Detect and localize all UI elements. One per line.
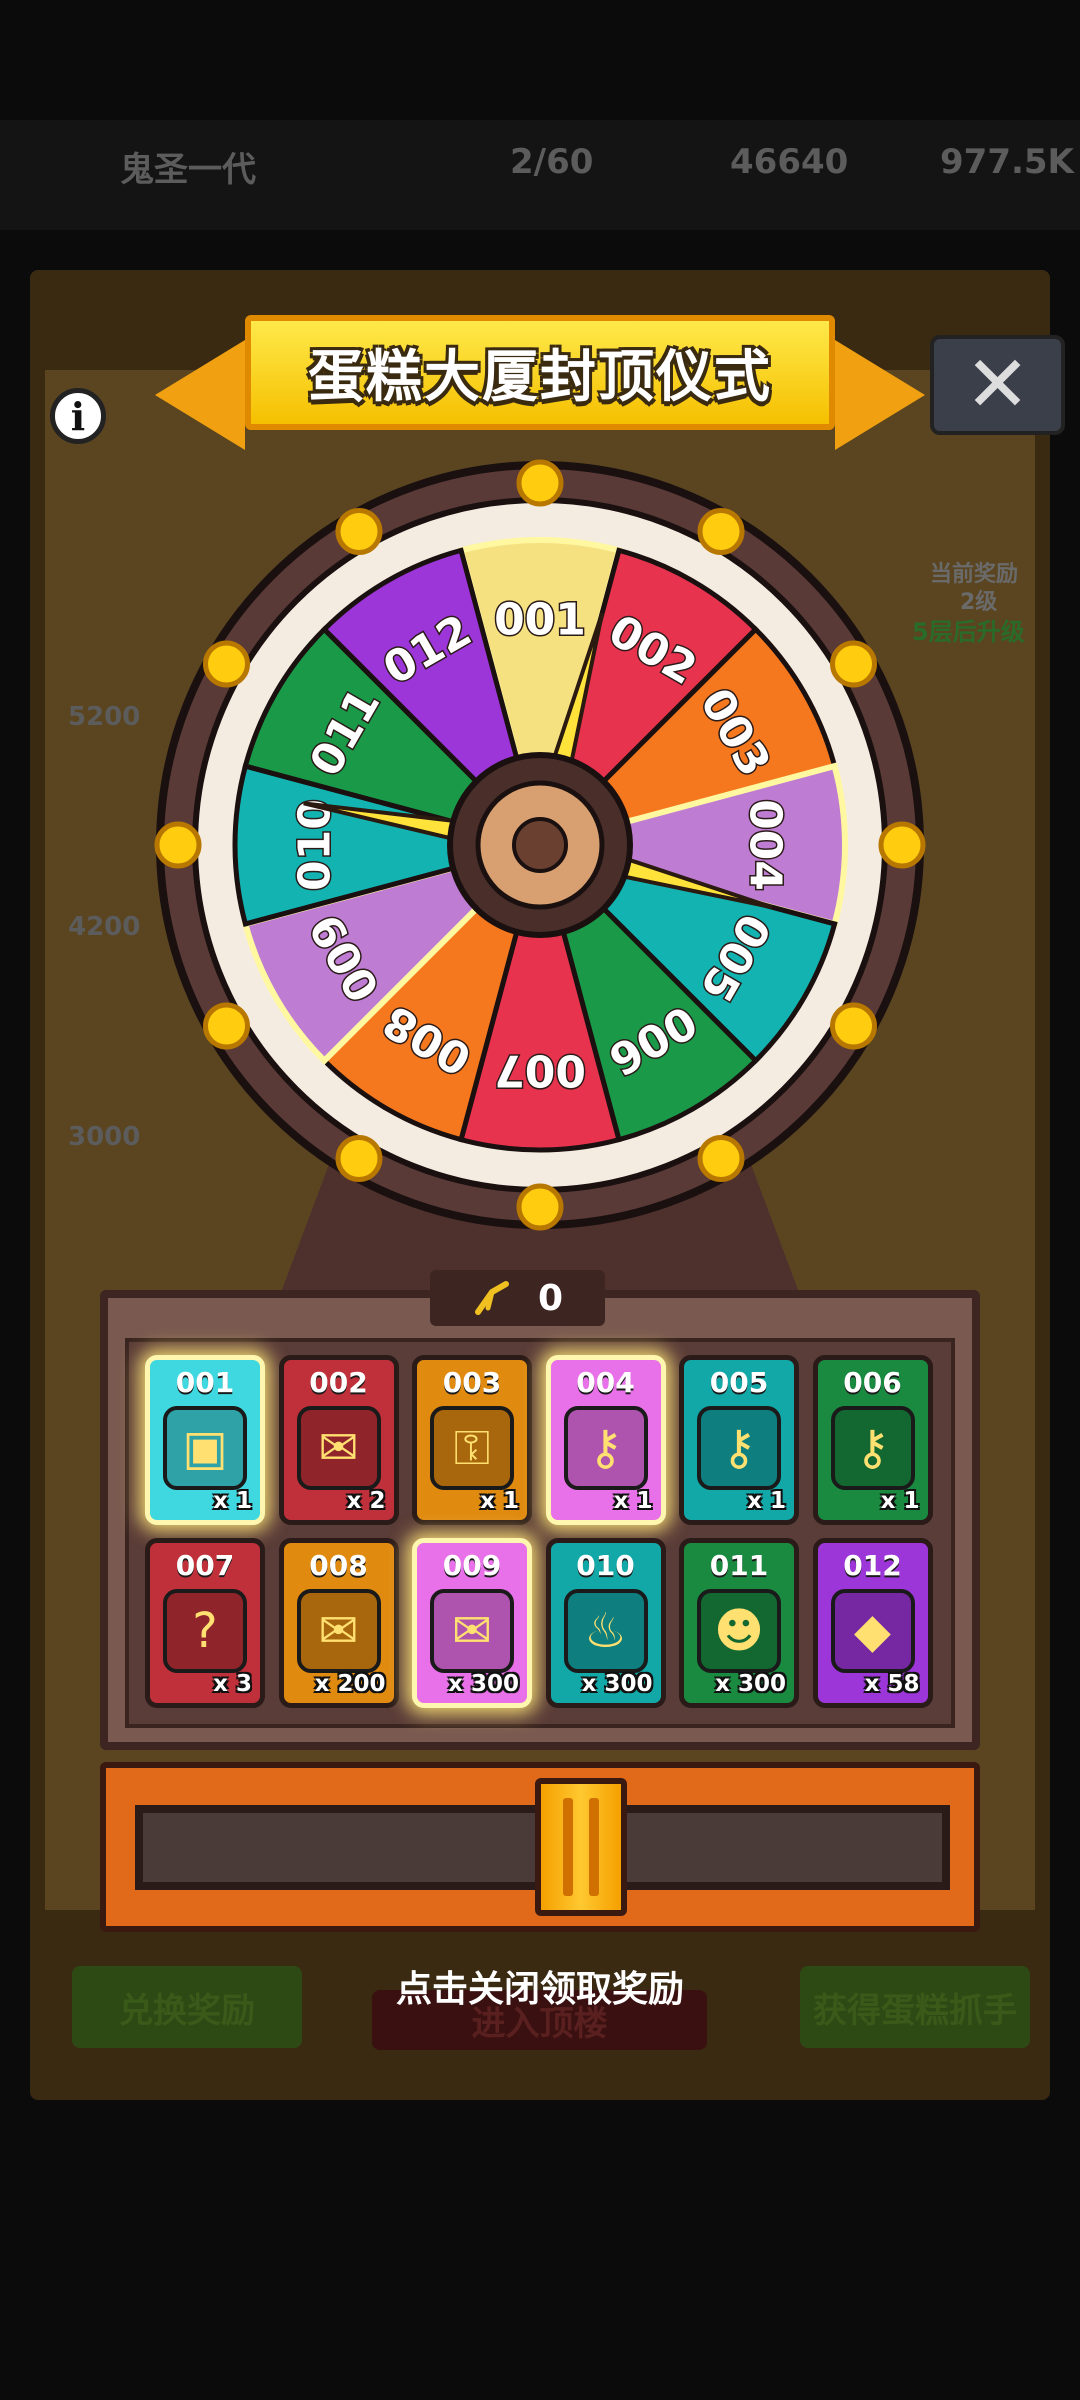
prize-tile: 005 ⚷ x 1 [679, 1355, 799, 1525]
gold-key-icon: ⚷ [563, 1406, 648, 1490]
wheel-segment-label: 004 [740, 799, 791, 891]
heart-letter-icon: ✉ [430, 1589, 514, 1673]
prize-tile: 012 ◆ x 58 [812, 1538, 933, 1708]
prize-quantity: x 1 [880, 1488, 920, 1514]
silver-key-icon: ⚿ [430, 1406, 514, 1490]
ribbon-left-tail [155, 340, 245, 450]
prize-id: 009 [442, 1549, 502, 1582]
prize-tile: 007? x 3 [145, 1538, 265, 1708]
wheel-light-bulb [516, 459, 564, 507]
prize-id: 003 [442, 1366, 502, 1399]
wheel-segment-label: 010 [290, 799, 341, 891]
purple-key-icon: ⚷ [830, 1406, 915, 1490]
prize-id: 006 [843, 1366, 902, 1399]
prize-tile: 001 ▣ x 1 [145, 1355, 265, 1525]
wheel-light-bulb [697, 507, 745, 555]
prize-tile: 006 ⚷ x 1 [812, 1355, 933, 1525]
wheel-light-bulb [516, 1183, 564, 1231]
prize-tile: 008 ✉ x 200 [278, 1538, 399, 1708]
prize-id: 004 [576, 1366, 635, 1399]
tap-to-close-hint[interactable]: 点击关闭领取奖励 [0, 1960, 1080, 2012]
prize-tile: 009 ✉ x 300 [412, 1538, 532, 1708]
prize-id: 007 [175, 1549, 235, 1582]
prize-tile: 004 ⚷ x 1 [545, 1355, 666, 1525]
prize-quantity: x 3 [213, 1671, 252, 1697]
pull-handle[interactable] [535, 1778, 627, 1916]
flame-icon: ♨ [563, 1589, 648, 1673]
prize-id: 011 [709, 1549, 769, 1582]
green-gem-icon: ◆ [830, 1589, 915, 1673]
prize-quantity: x 1 [613, 1488, 653, 1514]
milestone-value: 3000 [68, 1122, 141, 1152]
milestone-value: 4200 [68, 912, 141, 942]
mystery-chest-icon: ▣ [163, 1406, 247, 1490]
wheel-light-bulb [697, 1135, 745, 1183]
prize-tile: 003 ⚿ x 1 [412, 1355, 532, 1525]
close-button[interactable]: ✕ [930, 335, 1065, 435]
wheel-light-bulb [202, 1002, 250, 1050]
prize-id: 012 [843, 1549, 902, 1582]
prize-tile: 011 ☻ x 300 [679, 1538, 799, 1708]
prize-quantity: x 1 [747, 1488, 786, 1514]
info-icon[interactable]: i [50, 388, 106, 444]
prize-quantity: x 1 [480, 1488, 519, 1514]
prize-id: 002 [309, 1366, 368, 1399]
wheel-light-bulb [154, 821, 202, 869]
prize-id: 010 [576, 1549, 635, 1582]
heart-letter-icon: ✉ [296, 1589, 381, 1673]
prize-tile: 010 ♨ x 300 [545, 1538, 666, 1708]
prize-id: 008 [309, 1549, 368, 1582]
prize-id: 005 [709, 1366, 769, 1399]
wheel-light-bulb [335, 1135, 383, 1183]
milestone-value: 5200 [68, 702, 141, 732]
prize-quantity: x 2 [346, 1488, 386, 1514]
currency-b-counter: 977.5K [940, 142, 1074, 182]
mystery-box-icon: ? [163, 1589, 247, 1673]
wheel-light-bulb [335, 507, 383, 555]
player-name: 鬼圣一代 [120, 150, 256, 190]
letter-icon: ✉ [296, 1406, 381, 1490]
wheel-light-bulb [830, 640, 878, 688]
prize-tile: 002 ✉ x 2 [278, 1355, 399, 1525]
prize-quantity: x 1 [213, 1488, 252, 1514]
grabber-count: 0 [537, 1277, 564, 1319]
currency-a-counter: 46640 [730, 142, 849, 182]
energy-counter: 2/60 [510, 142, 594, 182]
prize-quantity: x 300 [715, 1671, 786, 1697]
prize-quantity: x 58 [864, 1671, 920, 1697]
wheel-segment-label: 001 [494, 595, 586, 646]
prize-quantity: x 200 [314, 1671, 386, 1697]
page-title: 蛋糕大厦封顶仪式 [308, 345, 772, 410]
grabber-counter: 0 [430, 1270, 605, 1326]
title-banner: 蛋糕大厦封顶仪式 [245, 315, 835, 430]
wheel-light-bulb [830, 1002, 878, 1050]
wheel-segment-label: 007 [494, 1045, 586, 1096]
lion-face-icon: ☻ [697, 1589, 781, 1673]
prize-quantity: x 300 [448, 1671, 519, 1697]
wheel-hub-cap [512, 817, 568, 873]
grabber-icon [474, 1281, 509, 1315]
ribbon-right-tail [835, 340, 925, 450]
purple-key-icon: ⚷ [697, 1406, 781, 1490]
prize-quantity: x 300 [581, 1671, 653, 1697]
prize-id: 001 [175, 1366, 235, 1399]
wheel-light-bulb [878, 821, 926, 869]
prize-wheel: 001 002003004005006007008009010011012 [154, 459, 926, 1231]
wheel-light-bulb [202, 640, 250, 688]
